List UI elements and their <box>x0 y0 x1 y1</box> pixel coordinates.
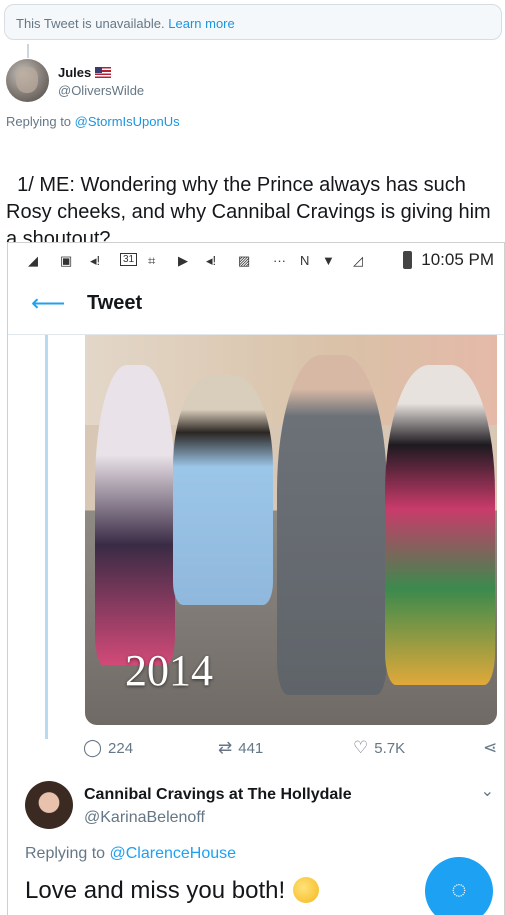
like-button[interactable]: ♡ 5.7K <box>353 738 405 758</box>
network-icon: ⌗ <box>148 253 156 268</box>
retweet-button[interactable]: ⇄ 441 <box>218 738 263 758</box>
photo-caption: 2014 <box>125 646 213 695</box>
media-icon: ◢ <box>28 253 38 268</box>
kiss-face-icon <box>293 877 320 903</box>
reply-replying-to: Replying to @ClarenceHouse <box>25 845 237 862</box>
photo-figure <box>277 355 387 695</box>
nfc-icon: ▶ <box>178 253 188 268</box>
chat-bubble-icon: ◌ <box>451 874 467 904</box>
tweet-unavailable-banner: This Tweet is unavailable. Learn more <box>4 4 502 40</box>
reply-author-handle[interactable]: @KarinaBelenoff <box>84 809 205 827</box>
alert-icon-2: ◂! <box>206 253 217 268</box>
status-bar: ◢ ▣ ◂! 31 ⌗ ▶ ◂! ▨ ··· N ▼ ◿ 10:05 PM <box>8 243 504 277</box>
replying-to-link[interactable]: @ClarenceHouse <box>110 845 237 862</box>
learn-more-link[interactable]: Learn more <box>168 16 234 31</box>
avatar[interactable] <box>6 59 49 102</box>
calendar-icon: 31 <box>120 253 138 266</box>
battery-icon <box>403 251 412 269</box>
message-icon: ▣ <box>60 253 73 268</box>
reply-button[interactable]: ◯ 224 <box>83 738 133 758</box>
page-title: Tweet <box>87 292 143 314</box>
photo-figure <box>173 375 273 605</box>
replying-to: Replying to @StormIsUponUs <box>6 114 180 129</box>
wifi-icon: ▼ <box>322 253 335 268</box>
status-time: 10:05 PM <box>421 250 494 269</box>
banner-text: This Tweet is unavailable. <box>16 16 165 31</box>
author-handle[interactable]: @OliversWilde <box>58 83 144 98</box>
avatar[interactable] <box>25 781 73 829</box>
us-flag-icon <box>95 67 112 78</box>
back-arrow-icon[interactable]: ⟵ <box>31 289 65 318</box>
reply-text: Love and miss you both! <box>25 877 320 905</box>
image-icon: ▨ <box>238 253 251 268</box>
reply-icon: ◯ <box>83 738 103 757</box>
reply-line <box>45 335 48 739</box>
tweet-actions: ◯ 224 ⇄ 441 ♡ 5.7K ⋖ <box>83 738 503 762</box>
author-name[interactable]: Jules <box>58 65 112 80</box>
heart-icon: ♡ <box>353 738 369 757</box>
compose-reply-button[interactable]: ◌ <box>425 857 493 915</box>
chevron-down-icon[interactable]: ⌄ <box>481 781 494 801</box>
share-icon: ⋖ <box>483 738 498 757</box>
photo-figure <box>385 365 495 685</box>
share-button[interactable]: ⋖ <box>483 738 503 758</box>
photo-figure <box>95 365 175 665</box>
signal-icon: ◿ <box>353 253 363 268</box>
embedded-phone-screenshot: ◢ ▣ ◂! 31 ⌗ ▶ ◂! ▨ ··· N ▼ ◿ 10:05 PM ⟵ … <box>7 242 505 915</box>
app-bar: ⟵ Tweet <box>8 277 504 335</box>
replying-to-link[interactable]: @StormIsUponUs <box>75 114 180 129</box>
n-icon: N <box>300 253 310 268</box>
tweet-photo[interactable]: 2014 <box>85 335 497 725</box>
more-icon: ··· <box>273 253 286 268</box>
retweet-icon: ⇄ <box>218 738 233 757</box>
alert-icon: ◂! <box>90 253 101 268</box>
thread-line <box>27 44 29 58</box>
reply-author-name[interactable]: Cannibal Cravings at The Hollydale <box>84 786 352 804</box>
